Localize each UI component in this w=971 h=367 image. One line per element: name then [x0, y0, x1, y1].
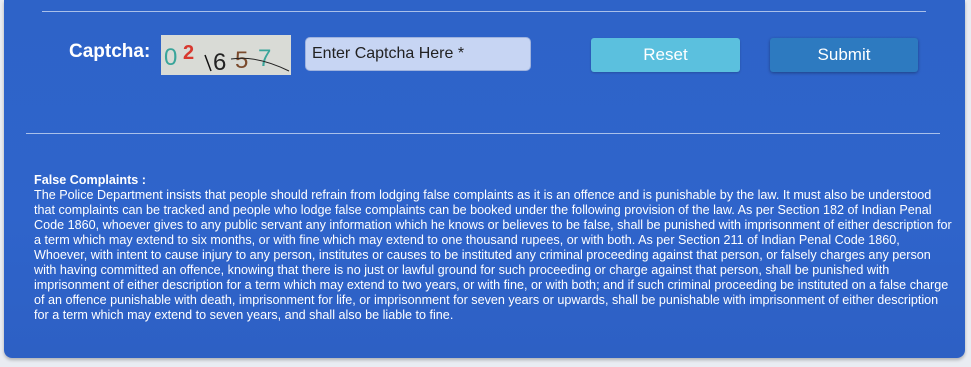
section-divider: [26, 133, 940, 134]
notice-body: The Police Department insists that peopl…: [34, 188, 952, 322]
svg-text:6: 6: [213, 49, 226, 75]
reset-button[interactable]: Reset: [591, 38, 740, 72]
svg-text:2: 2: [183, 42, 194, 64]
svg-text:0: 0: [164, 44, 177, 71]
captcha-label: Captcha:: [69, 41, 151, 62]
form-panel: Captcha: 0 2 6 5 7 Reset Submit False Co…: [4, 0, 965, 358]
notice-title: False Complaints :: [34, 173, 146, 187]
captcha-input[interactable]: [305, 37, 531, 71]
submit-button[interactable]: Submit: [770, 38, 918, 72]
captcha-code-graphic: 0 2 6 5 7: [161, 35, 291, 75]
false-complaints-notice: False Complaints : The Police Department…: [34, 173, 952, 323]
top-divider: [42, 11, 926, 12]
captcha-image: 0 2 6 5 7: [161, 35, 291, 75]
svg-text:5: 5: [235, 47, 248, 74]
svg-text:7: 7: [258, 45, 271, 72]
